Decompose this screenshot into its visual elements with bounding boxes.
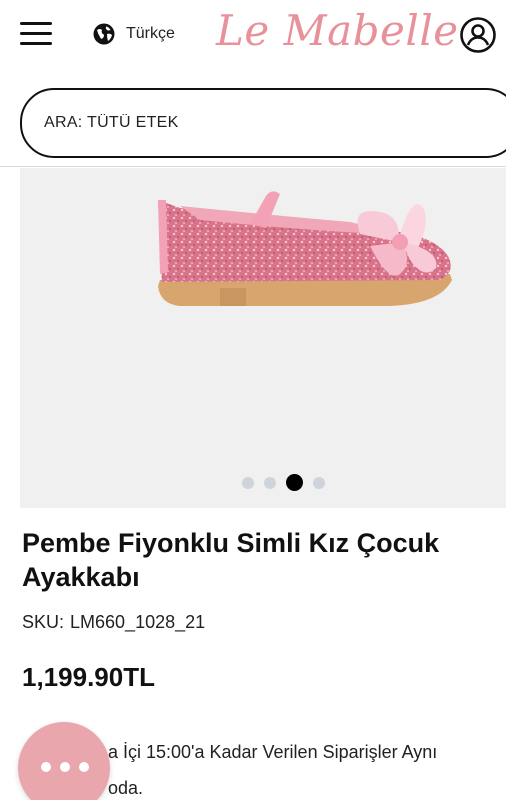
product-title: Pembe Fiyonklu Simli Kız Çocuk Ayakkabı (22, 528, 440, 592)
user-account-icon[interactable] (459, 16, 497, 54)
hamburger-menu-icon[interactable] (20, 20, 54, 48)
product-sku: SKU: LM660_1028_21 (22, 612, 205, 633)
search-bar (20, 88, 506, 158)
product-gallery[interactable] (20, 168, 506, 508)
gallery-dot[interactable] (313, 476, 325, 489)
search-input[interactable] (44, 114, 464, 132)
globe-icon (93, 23, 115, 45)
gallery-dot-active[interactable] (286, 474, 303, 491)
sku-label: SKU: (22, 612, 65, 632)
header-divider (0, 166, 506, 167)
sku-value: LM660_1028_21 (70, 612, 206, 632)
gallery-pagination (242, 474, 325, 491)
product-image (158, 191, 452, 306)
site-header: Türkçe Le Mabelle (0, 0, 506, 78)
chat-dots-icon (41, 762, 89, 772)
gallery-dot[interactable] (242, 476, 254, 489)
language-label: Türkçe (126, 25, 175, 42)
gallery-dot[interactable] (264, 476, 276, 489)
logo-text: Le Mabelle (216, 6, 459, 55)
brand-logo[interactable]: Le Mabelle (212, 0, 458, 70)
language-selector[interactable]: Türkçe (92, 22, 175, 46)
product-price: 1,199.90TL (22, 662, 155, 692)
